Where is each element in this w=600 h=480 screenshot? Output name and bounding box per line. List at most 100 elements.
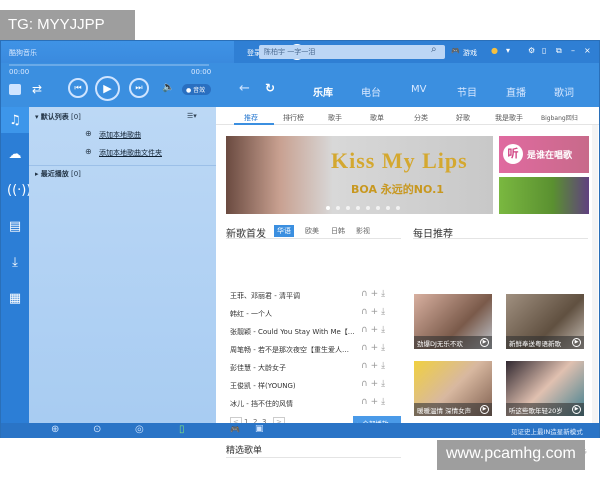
download-icon[interactable]: ⤓ [7, 255, 23, 271]
banner-dot[interactable] [386, 206, 390, 210]
song-actions[interactable]: ∩+⤓ [361, 325, 388, 335]
song-actions[interactable]: ∩+⤓ [361, 397, 388, 407]
banner-dot[interactable] [376, 206, 380, 210]
search-local-icon[interactable]: ◎ [135, 424, 144, 435]
main-content: 推荐 排行榜 歌手 歌单 分类 好歌 我是歌手 Bigbang回归 Kiss M… [216, 107, 599, 458]
subtab-singers[interactable]: 歌手 [328, 113, 342, 123]
back-arrow-icon[interactable]: ← [239, 81, 250, 96]
subtab-singer-show[interactable]: 我是歌手 [495, 113, 523, 123]
tab-mv[interactable]: MV [411, 84, 426, 95]
subtab-playlists[interactable]: 歌单 [370, 113, 384, 123]
song-actions[interactable]: ∩+⤓ [361, 379, 388, 389]
play-icon[interactable]: ▶ [572, 405, 581, 414]
add-icon[interactable]: ⊕ [51, 424, 59, 435]
banner-dot[interactable] [346, 206, 350, 210]
default-list-header[interactable]: ▾ 默认列表 [0] [35, 112, 81, 122]
tab-lyrics[interactable]: 歌词 [554, 84, 574, 99]
search-icon[interactable]: ⌕ [431, 44, 437, 55]
banner-dots [326, 206, 400, 210]
apps-icon[interactable]: ▦ [7, 291, 23, 307]
banner-dot[interactable] [326, 206, 330, 210]
daily-card[interactable]: 新鲜奉送粤语新歌 ▶ [506, 294, 584, 349]
radio-icon[interactable]: ((·)) [7, 183, 31, 199]
song-actions[interactable]: ∩+⤓ [361, 289, 388, 299]
games-link[interactable]: 游戏 [463, 48, 477, 58]
scrollbar[interactable] [592, 125, 598, 423]
locate-icon[interactable]: ⊙ [93, 424, 101, 435]
settings-icon[interactable]: ⚙ [528, 46, 535, 55]
banner-dot[interactable] [366, 206, 370, 210]
banner-dot[interactable] [356, 206, 360, 210]
list-icon[interactable]: ▤ [7, 219, 23, 235]
song-item[interactable]: 王菲、邓丽君 - 清平调 [230, 291, 360, 301]
sound-effect-toggle[interactable]: ● 音效 [182, 84, 211, 95]
song-item[interactable]: 王俊凯 - 样(YOUNG) [230, 381, 360, 391]
minimize-icon[interactable]: – [571, 46, 575, 55]
song-actions[interactable]: ∩+⤓ [361, 361, 388, 371]
list-menu-icon[interactable]: ☰▾ [187, 112, 197, 120]
mini-mode-icon[interactable]: ▯ [542, 46, 546, 55]
shuffle-icon[interactable]: ⇄ [32, 82, 42, 96]
add-song-icon: ⊕ [85, 129, 92, 138]
play-button[interactable]: ▶ [95, 76, 120, 101]
search-input[interactable]: 陈柏宇 一字一泪 [259, 45, 445, 59]
filter-film[interactable]: 影视 [356, 226, 370, 236]
subtab-recommend[interactable]: 推荐 [244, 113, 258, 123]
bell-icon[interactable]: ● [491, 46, 498, 55]
daily-card[interactable]: 听这些歌年轻20岁 ▶ [506, 361, 584, 416]
song-item[interactable]: 韩红 - 一个人 [230, 309, 360, 319]
skin-icon[interactable]: ▾ [506, 46, 510, 55]
play-icon[interactable]: ▶ [480, 405, 489, 414]
filter-chinese[interactable]: 华语 [274, 225, 294, 237]
recent-header[interactable]: ▸ 最近播放 [0] [35, 169, 81, 179]
song-item[interactable]: 张靓颖 - Could You Stay With Me【… [230, 327, 360, 337]
banner-headline: Kiss My Lips [331, 148, 468, 173]
play-icon[interactable]: ▶ [480, 338, 489, 347]
banner-dot[interactable] [396, 206, 400, 210]
song-actions[interactable]: ∩+⤓ [361, 343, 388, 353]
song-item[interactable]: 彭佳慧 - 大龄女子 [230, 363, 360, 373]
default-list-count: [0] [70, 113, 81, 121]
side-banner-1[interactable]: 听 是谁在唱歌 [499, 136, 589, 173]
tablet-icon[interactable]: ▣ [255, 424, 264, 434]
daily-card[interactable]: 劲爆DJ无乐不欢 ▶ [414, 294, 492, 349]
banner-dot[interactable] [336, 206, 340, 210]
status-text[interactable]: 见证史上最IN造星新模式 [511, 426, 583, 436]
subtab-bigbang[interactable]: Bigbang回归 [541, 113, 578, 122]
tab-radio[interactable]: 电台 [361, 84, 381, 99]
add-local-folder-link[interactable]: 添加本地歌曲文件夹 [99, 148, 162, 158]
next-button[interactable]: ⏭ [129, 78, 149, 98]
subtab-categories[interactable]: 分类 [414, 113, 428, 123]
filter-jpkr[interactable]: 日韩 [331, 226, 345, 236]
subtab-charts[interactable]: 排行榜 [283, 113, 304, 123]
filter-western[interactable]: 欧美 [305, 226, 319, 236]
song-actions[interactable]: ∩+⤓ [361, 307, 388, 317]
tab-shows[interactable]: 节目 [457, 84, 477, 99]
main-banner[interactable]: Kiss My Lips BOA 永远的NO.1 [226, 136, 493, 214]
phone-icon[interactable]: ▯ [179, 424, 185, 435]
tab-live[interactable]: 直播 [506, 84, 526, 99]
previous-button[interactable]: ⏮ [68, 78, 88, 98]
gamepad-icon[interactable]: 🎮 [230, 425, 240, 434]
add-local-song-link[interactable]: 添加本地歌曲 [99, 130, 141, 140]
app-window: 酷狗音乐 登录 注册 K 陈柏宇 一字一泪 ⌕ 🎮 游戏 ● ▾ ⚙ ▯ ⧉ –… [0, 40, 600, 458]
volume-icon[interactable]: 🔈 [162, 82, 174, 93]
music-icon[interactable]: ♫ [7, 113, 23, 129]
lyrics-icon[interactable] [9, 84, 21, 95]
tab-library[interactable]: 乐库 [313, 84, 333, 99]
refresh-icon[interactable]: ↻ [265, 81, 275, 95]
close-icon[interactable]: × [584, 46, 591, 55]
cloud-icon[interactable]: ☁ [7, 147, 23, 163]
restore-icon[interactable]: ⧉ [556, 46, 562, 56]
watermark-bottom: www.pcamhg.com [437, 440, 585, 470]
song-item[interactable]: 周笔畅 - 若不是那次夜空【重生爱人… [230, 345, 360, 355]
progress-bar[interactable] [9, 64, 209, 66]
side-banner-badge: 听 [503, 144, 523, 164]
play-icon[interactable]: ▶ [572, 338, 581, 347]
side-banner-2[interactable] [499, 177, 589, 214]
daily-card[interactable]: 暖暖温情 深情女声 ▶ [414, 361, 492, 416]
bottom-bar: ⊕ ⊙ ◎ ▯ 🎮 ▣ 见证史上最IN造星新模式 [1, 423, 599, 438]
subtab-good-songs[interactable]: 好歌 [456, 113, 470, 123]
song-item[interactable]: 冰儿 - 挡不住的风情 [230, 399, 360, 409]
game-icon[interactable]: 🎮 [451, 47, 460, 55]
